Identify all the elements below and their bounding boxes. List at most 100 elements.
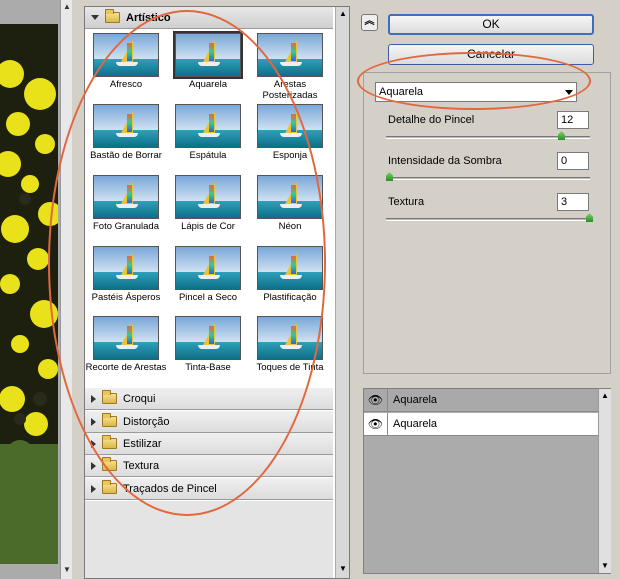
filter-thumbnail[interactable]: Pastéis Ásperos — [85, 246, 167, 316]
texture-input[interactable]: 3 — [557, 193, 589, 211]
scroll-down-icon[interactable]: ▼ — [62, 565, 72, 575]
category-estilizar[interactable]: Estilizar — [85, 433, 333, 455]
effect-layer-name: Aquarela — [393, 394, 438, 406]
filter-thumbnail[interactable]: Recorte de Arestas — [85, 316, 167, 386]
collapse-arrow-icon — [91, 394, 96, 403]
filter-thumbnail-image — [257, 246, 323, 290]
filter-gallery: Artístico Afresco Aquarela Arestas Posteri… — [84, 6, 350, 579]
dropdown-arrow-icon — [565, 90, 573, 95]
texture-slider[interactable] — [386, 218, 590, 221]
filter-thumbnail[interactable]: Arestas Posterizadas — [249, 33, 331, 103]
category-textura[interactable]: Textura — [85, 455, 333, 477]
shadow-intensity-label: Intensidade da Sombra — [388, 155, 502, 167]
eye-icon[interactable]: 👁 — [364, 413, 388, 435]
ok-button[interactable]: OK — [388, 14, 594, 35]
effect-layer-name: Aquarela — [393, 418, 438, 430]
filter-thumbnail-label: Espátula — [189, 150, 227, 161]
filter-thumbnail[interactable]: Espátula — [167, 104, 249, 174]
cancel-button[interactable]: Cancelar — [388, 44, 594, 65]
preview-panel: ▲ ▼ — [0, 0, 72, 579]
filter-thumbnail-image — [175, 316, 241, 360]
double-chevron-up-icon: ︽ — [364, 16, 375, 27]
filter-thumbnail[interactable]: Foto Granulada — [85, 175, 167, 245]
filter-thumbnail-image — [257, 316, 323, 360]
filter-thumbnail-image — [175, 175, 241, 219]
filter-thumbnail-label: Néon — [278, 221, 302, 232]
folder-open-icon — [105, 9, 120, 23]
category-label: Distorção — [123, 415, 170, 428]
filter-thumbnail[interactable]: Lápis de Cor — [167, 175, 249, 245]
filter-thumbnail-label: Foto Granulada — [92, 221, 159, 232]
scroll-down-icon[interactable]: ▼ — [338, 564, 348, 574]
folder-icon — [102, 480, 117, 494]
filter-thumbnail-label: Pastéis Ásperos — [91, 292, 161, 303]
collapse-gallery-button[interactable]: ︽ — [361, 14, 378, 31]
effect-layer-row[interactable]: 👁 Aquarela — [364, 389, 598, 412]
filter-thumbnail-label: Bastão de Borrar — [90, 150, 162, 161]
filter-thumbnail[interactable]: Toques de Tinta — [249, 316, 331, 386]
filter-thumbnail[interactable]: Esponja — [249, 104, 331, 174]
filter-thumbnail-image — [93, 33, 159, 77]
category-tracados-de-pincel[interactable]: Traçados de Pincel — [85, 478, 333, 500]
filter-thumbnail-image — [175, 246, 241, 290]
category-artistic[interactable]: Artístico — [85, 7, 333, 29]
preview-scrollbar[interactable]: ▲ ▼ — [60, 0, 72, 579]
eye-icon[interactable]: 👁 — [364, 389, 388, 411]
scroll-up-icon[interactable]: ▲ — [601, 391, 609, 400]
brush-detail-input[interactable]: 12 — [557, 111, 589, 129]
filter-thumbnail[interactable]: Bastão de Borrar — [85, 104, 167, 174]
preview-image[interactable] — [0, 24, 58, 564]
expand-arrow-icon — [91, 15, 99, 20]
filter-thumbnail-image — [173, 31, 243, 79]
filter-thumbnail[interactable]: Néon — [249, 175, 331, 245]
shadow-intensity-slider[interactable] — [386, 177, 590, 180]
filter-thumbnail-image — [257, 104, 323, 148]
filter-thumbnail-image — [175, 104, 241, 148]
brush-detail-label: Detalhe do Pincel — [388, 114, 475, 126]
category-distorcao[interactable]: Distorção — [85, 411, 333, 433]
filter-thumbnail-image — [93, 246, 159, 290]
filter-gallery-list: Artístico Afresco Aquarela Arestas Posteri… — [85, 7, 333, 578]
collapse-arrow-icon — [91, 439, 96, 448]
gallery-scrollbar[interactable]: ▲ ▼ — [335, 7, 349, 578]
filter-thumbnail[interactable]: Afresco — [85, 33, 167, 103]
texture-label: Textura — [388, 196, 425, 208]
preview-artwork — [0, 24, 58, 564]
collapse-arrow-icon — [91, 484, 96, 493]
scroll-down-icon[interactable]: ▼ — [601, 561, 609, 570]
folder-icon — [102, 435, 117, 449]
filter-select-value: Aquarela — [379, 86, 424, 98]
filter-thumbnail-image — [257, 33, 323, 77]
filter-select[interactable]: Aquarela — [375, 82, 577, 102]
category-label: Estilizar — [123, 437, 162, 450]
filter-thumbnail-label: Lápis de Cor — [181, 221, 235, 232]
filter-thumbnail-label: Toques de Tinta — [256, 362, 324, 373]
category-label: Croqui — [123, 392, 156, 405]
collapse-arrow-icon — [91, 417, 96, 426]
gallery-empty-area — [85, 501, 333, 578]
filter-thumbnail-label: Tinta-Base — [185, 362, 231, 373]
folder-icon — [102, 457, 117, 471]
filter-thumbnail[interactable]: Aquarela — [167, 31, 249, 103]
filter-thumbnail[interactable]: Plastificação — [249, 246, 331, 316]
effect-layer-row[interactable]: 👁 Aquarela — [364, 413, 598, 436]
collapse-arrow-icon — [91, 461, 96, 470]
category-label: Artístico — [126, 11, 171, 24]
filter-thumbnail-image — [93, 104, 159, 148]
category-label: Traçados de Pincel — [123, 482, 217, 495]
scroll-up-icon[interactable]: ▲ — [62, 2, 72, 12]
filter-thumbnail-label: Pincel a Seco — [178, 292, 238, 303]
filter-thumbnail-image — [257, 175, 323, 219]
filter-thumbnail-label: Arestas Posterizadas — [262, 79, 318, 101]
effect-layers-list: 👁 Aquarela 👁 Aquarela ▲ ▼ — [363, 388, 611, 574]
folder-icon — [102, 390, 117, 404]
category-croqui[interactable]: Croqui — [85, 388, 333, 410]
filter-thumbnail[interactable]: Tinta-Base — [167, 316, 249, 386]
filter-thumbnail-label: Aquarela — [188, 79, 228, 90]
shadow-intensity-input[interactable]: 0 — [557, 152, 589, 170]
scroll-up-icon[interactable]: ▲ — [338, 9, 348, 19]
filter-thumbnail-label: Plastificação — [263, 292, 317, 303]
filter-thumbnail[interactable]: Pincel a Seco — [167, 246, 249, 316]
filter-thumbnail-label: Afresco — [109, 79, 143, 90]
layers-scrollbar[interactable]: ▲ ▼ — [598, 389, 611, 573]
